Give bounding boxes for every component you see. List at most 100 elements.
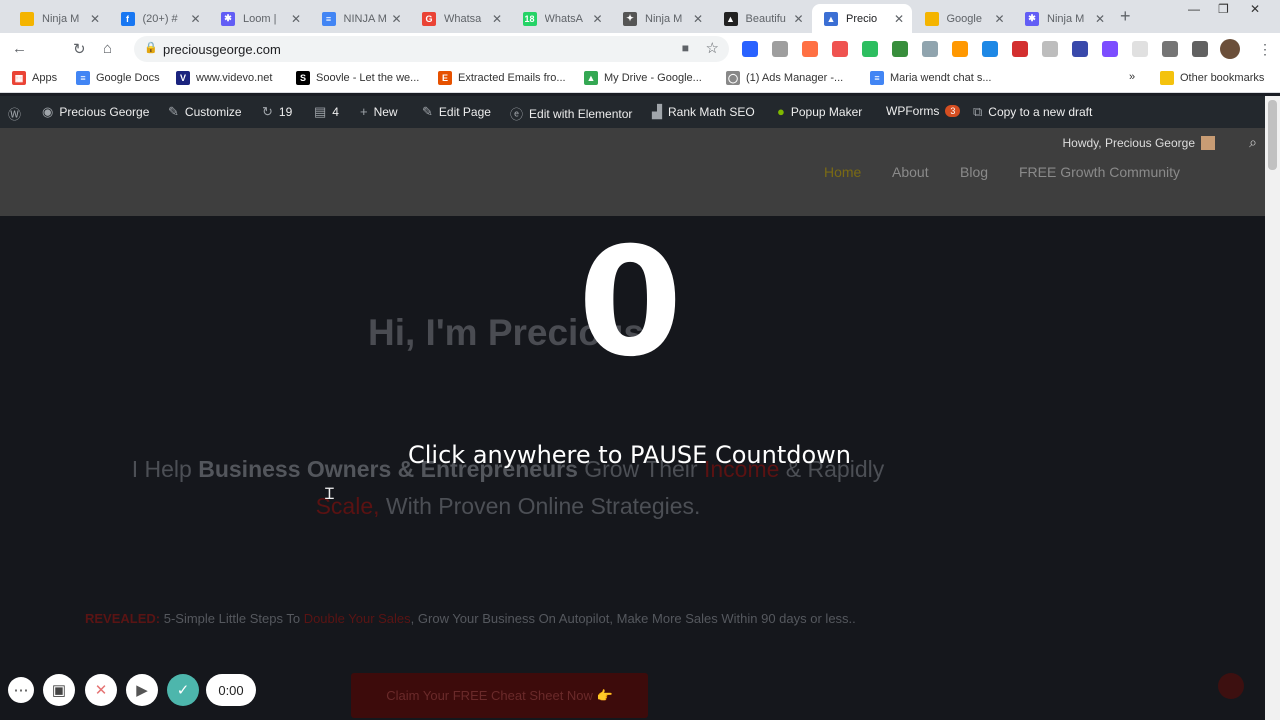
wp-updates[interactable]: ↻ 19: [262, 104, 292, 120]
bookmarks-overflow-icon[interactable]: »: [1129, 71, 1135, 83]
extension-c-icon[interactable]: [1132, 41, 1148, 57]
profile-avatar[interactable]: [1220, 39, 1240, 59]
new-tab-button[interactable]: +: [1120, 6, 1131, 27]
browser-tab[interactable]: ▲ Precio ✕: [812, 4, 912, 33]
camera-icon[interactable]: ■: [682, 41, 689, 55]
chrome-menu-icon[interactable]: ⋮: [1258, 41, 1272, 58]
home-icon[interactable]: ⌂: [103, 40, 112, 57]
recorder-camera-icon[interactable]: ▣: [43, 674, 75, 706]
wp-customize[interactable]: ✎ Customize: [168, 104, 242, 120]
restore-button[interactable]: ❐: [1218, 2, 1229, 16]
minimize-button[interactable]: —: [1188, 2, 1200, 16]
recorder-resume-icon[interactable]: ▶: [126, 674, 158, 706]
extension-new-icon[interactable]: [742, 41, 758, 57]
extension-red-icon[interactable]: [1012, 41, 1028, 57]
bookmark-star-icon[interactable]: ☆: [706, 39, 719, 57]
bookmark-item[interactable]: S Soovle - Let the we...: [296, 71, 419, 85]
nav-about[interactable]: About: [892, 164, 929, 180]
browser-tab[interactable]: ✱ Ninja M ✕: [1013, 4, 1113, 33]
extension-calendar-icon[interactable]: [982, 41, 998, 57]
site-header: Howdy, Precious George ⌕ Home About Blog…: [0, 128, 1265, 216]
search-icon[interactable]: ⌕: [1249, 134, 1257, 151]
bookmark-label: Extracted Emails fro...: [458, 72, 566, 84]
tab-favicon-icon: f: [120, 11, 135, 26]
tab-close-icon[interactable]: ✕: [793, 12, 803, 26]
extension-evernote-icon[interactable]: [862, 41, 878, 57]
browser-tab[interactable]: G Whatsa ✕: [410, 4, 510, 33]
tab-close-icon[interactable]: ✕: [190, 12, 200, 26]
browser-tab[interactable]: f (20+) # ✕: [109, 4, 209, 33]
browser-tab[interactable]: ≡ NINJA M ✕: [310, 4, 410, 33]
browser-tab[interactable]: ✱ Loom | ✕: [209, 4, 309, 33]
wp-copy-draft[interactable]: ⧉ Copy to a new draft: [973, 104, 1092, 120]
bookmark-item[interactable]: ≡ Google Docs: [76, 71, 160, 85]
tab-close-icon[interactable]: ✕: [592, 12, 602, 26]
browser-tab[interactable]: ✦ Ninja M ✕: [611, 4, 711, 33]
extension-pocket-icon[interactable]: [832, 41, 848, 57]
extension-grey-icon[interactable]: [1042, 41, 1058, 57]
browser-tab[interactable]: Ninja M ✕: [8, 4, 108, 33]
bookmark-favicon-icon: ≡: [76, 71, 90, 85]
wp-comments[interactable]: ▤ 4: [314, 104, 339, 120]
claim-cheat-sheet-button[interactable]: Claim Your FREE Cheat Sheet Now 👉: [351, 673, 648, 718]
recorder-cancel-icon[interactable]: ✕: [85, 674, 117, 706]
scrollbar-thumb[interactable]: [1268, 100, 1277, 170]
extension-new-badge-icon[interactable]: [892, 41, 908, 57]
bookmark-favicon-icon: V: [176, 71, 190, 85]
nav-free-growth-community[interactable]: FREE Growth Community: [1019, 164, 1180, 180]
tab-close-icon[interactable]: ✕: [90, 12, 100, 26]
extensions-puzzle-icon[interactable]: [1162, 41, 1178, 57]
chat-bubble-icon[interactable]: [1218, 673, 1244, 699]
bookmark-item[interactable]: ≡ Maria wendt chat s...: [870, 71, 992, 85]
tab-close-icon[interactable]: ✕: [693, 12, 703, 26]
nav-blog[interactable]: Blog: [960, 164, 988, 180]
page-scrollbar[interactable]: [1265, 96, 1280, 720]
tab-close-icon[interactable]: ✕: [994, 12, 1004, 26]
bookmark-item[interactable]: ◯ (1) Ads Manager -...: [726, 71, 843, 85]
pause-countdown-text[interactable]: Click anywhere to PAUSE Countdown: [408, 441, 851, 469]
pencil-icon: ✎: [422, 104, 433, 119]
wp-new[interactable]: + New: [360, 104, 398, 119]
wp-rank-math[interactable]: ▟ Rank Math SEO: [652, 104, 755, 120]
extension-play-icon[interactable]: [802, 41, 818, 57]
extension-purple-icon[interactable]: [1102, 41, 1118, 57]
bookmark-item[interactable]: Vwww.videvo.net: [176, 71, 272, 85]
back-icon[interactable]: ←: [12, 40, 27, 57]
extension-code-icon[interactable]: [922, 41, 938, 57]
tab-close-icon[interactable]: ✕: [391, 12, 401, 26]
reading-list-icon[interactable]: [1192, 41, 1208, 57]
wp-howdy[interactable]: Howdy, Precious George: [1062, 136, 1215, 150]
recorder-timer: 0:00: [206, 674, 256, 706]
browser-tab[interactable]: Google ✕: [913, 4, 1013, 33]
bookmark-label: www.videvo.net: [196, 72, 273, 84]
address-bar[interactable]: 🔒 preciousgeorge.com ■ ☆: [134, 36, 729, 62]
nav-home[interactable]: Home: [824, 164, 861, 180]
recorder-more-icon[interactable]: ⋯: [8, 677, 34, 703]
wp-edit-page[interactable]: ✎ Edit Page: [422, 104, 491, 120]
bookmark-item[interactable]: E Extracted Emails fro...: [438, 71, 566, 85]
extension-camera-icon[interactable]: [772, 41, 788, 57]
extension-blue-icon[interactable]: [1072, 41, 1088, 57]
tab-close-icon[interactable]: ✕: [492, 12, 502, 26]
wp-popup-maker[interactable]: ● Popup Maker: [777, 104, 862, 119]
bookmark-favicon-icon: ▦: [12, 71, 26, 85]
tab-close-icon[interactable]: ✕: [894, 12, 904, 26]
text-cursor-icon: Ɪ: [325, 486, 334, 503]
wp-site-name[interactable]: ◉ Precious George: [42, 104, 149, 120]
bookmark-item[interactable]: Other bookmarks: [1160, 71, 1264, 85]
wp-wpforms[interactable]: WPForms 3: [886, 104, 961, 118]
bookmark-item[interactable]: ▦ Apps: [12, 71, 57, 85]
user-avatar: [1201, 136, 1215, 150]
close-window-button[interactable]: ✕: [1250, 2, 1260, 16]
recorder-done-icon[interactable]: ✓: [167, 674, 199, 706]
tab-close-icon[interactable]: ✕: [291, 12, 301, 26]
extension-orange-icon[interactable]: [952, 41, 968, 57]
browser-tab[interactable]: ▲ Beautifu ✕: [712, 4, 812, 33]
wp-edit-elementor[interactable]: ⓔ Edit with Elementor: [510, 104, 632, 123]
bookmark-item[interactable]: ▲ My Drive - Google...: [584, 71, 702, 85]
browser-tab[interactable]: 18 WhatsA ✕: [511, 4, 611, 33]
tab-close-icon[interactable]: ✕: [1095, 12, 1105, 26]
wordpress-logo-icon[interactable]: Ⓦ: [8, 104, 27, 123]
bookmark-label: Soovle - Let the we...: [316, 72, 420, 84]
reload-icon[interactable]: ↻: [73, 40, 86, 58]
